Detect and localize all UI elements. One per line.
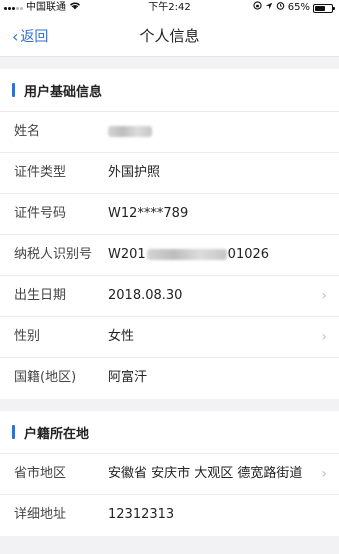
- section-title: 户籍所在地: [24, 426, 90, 442]
- chevron-right-icon: ›: [321, 329, 327, 345]
- row-value: W12****789: [108, 206, 189, 221]
- section-title: 用户基础信息: [24, 84, 103, 100]
- section-header-basic-info: 用户基础信息: [0, 69, 339, 112]
- row-label: 详细地址: [14, 507, 67, 522]
- row-nationality: 国籍(地区) 阿富汗: [0, 358, 339, 399]
- household-section: 户籍所在地 省市地区 安徽省 安庆市 大观区 德宽路街道 › 详细地址 1231…: [0, 411, 339, 536]
- row-label: 姓名: [14, 124, 41, 139]
- row-label: 国籍(地区): [14, 370, 77, 385]
- location-icon: [265, 0, 273, 16]
- row-label: 纳税人识别号: [14, 247, 93, 262]
- row-label: 性别: [14, 329, 41, 344]
- section-accent-bar: [12, 425, 15, 439]
- taxpayer-id-suffix: 01026: [227, 247, 270, 262]
- row-region[interactable]: 省市地区 安徽省 安庆市 大观区 德宽路街道 ›: [0, 454, 339, 495]
- row-name: 姓名: [0, 112, 339, 153]
- page-title: 个人信息: [139, 27, 200, 45]
- row-value: W201 01026: [108, 245, 309, 265]
- alarm-icon: [276, 0, 285, 16]
- row-label: 省市地区: [14, 466, 67, 481]
- row-label: 出生日期: [14, 288, 67, 303]
- row-label: 证件类型: [14, 165, 67, 180]
- row-birth-date[interactable]: 出生日期 2018.08.30 ›: [0, 276, 339, 317]
- battery-icon: [313, 3, 335, 13]
- status-bar: 中国联通 下午2:42 65%: [0, 0, 339, 16]
- row-value: 12312313: [108, 507, 175, 522]
- row-id-type: 证件类型 外国护照: [0, 153, 339, 194]
- row-label: 证件号码: [14, 206, 67, 221]
- row-id-number: 证件号码 W12****789: [0, 194, 339, 235]
- row-value-redacted: [108, 122, 309, 142]
- chevron-right-icon: ›: [321, 466, 327, 482]
- section-gap: [0, 399, 339, 411]
- row-detailed-address[interactable]: 详细地址 12312313: [0, 495, 339, 536]
- chevron-right-icon: ›: [321, 288, 327, 304]
- redacted-name: [108, 126, 152, 137]
- row-taxpayer-id: 纳税人识别号 W201 01026: [0, 235, 339, 276]
- row-value: 女性: [108, 329, 135, 344]
- rotation-lock-icon: [253, 0, 262, 16]
- battery-percent: 65%: [287, 2, 310, 13]
- status-right: 65%: [253, 0, 335, 16]
- section-gap: [0, 57, 339, 69]
- row-value: 外国护照: [108, 165, 161, 180]
- navigation-bar: ‹ 返回 个人信息: [0, 16, 339, 57]
- row-value: 安徽省 安庆市 大观区 德宽路街道: [108, 466, 303, 481]
- row-value: 2018.08.30: [108, 288, 183, 303]
- redacted-taxpayer-id: [146, 249, 227, 260]
- row-value: 阿富汗: [108, 370, 148, 385]
- basic-info-section: 用户基础信息 姓名 证件类型 外国护照 证件号码 W12****789 纳税人识…: [0, 69, 339, 399]
- row-gender[interactable]: 性别 女性 ›: [0, 317, 339, 358]
- section-header-household: 户籍所在地: [0, 411, 339, 454]
- section-accent-bar: [12, 83, 15, 97]
- taxpayer-id-prefix: W201: [108, 247, 146, 262]
- battery-fill: [315, 5, 326, 11]
